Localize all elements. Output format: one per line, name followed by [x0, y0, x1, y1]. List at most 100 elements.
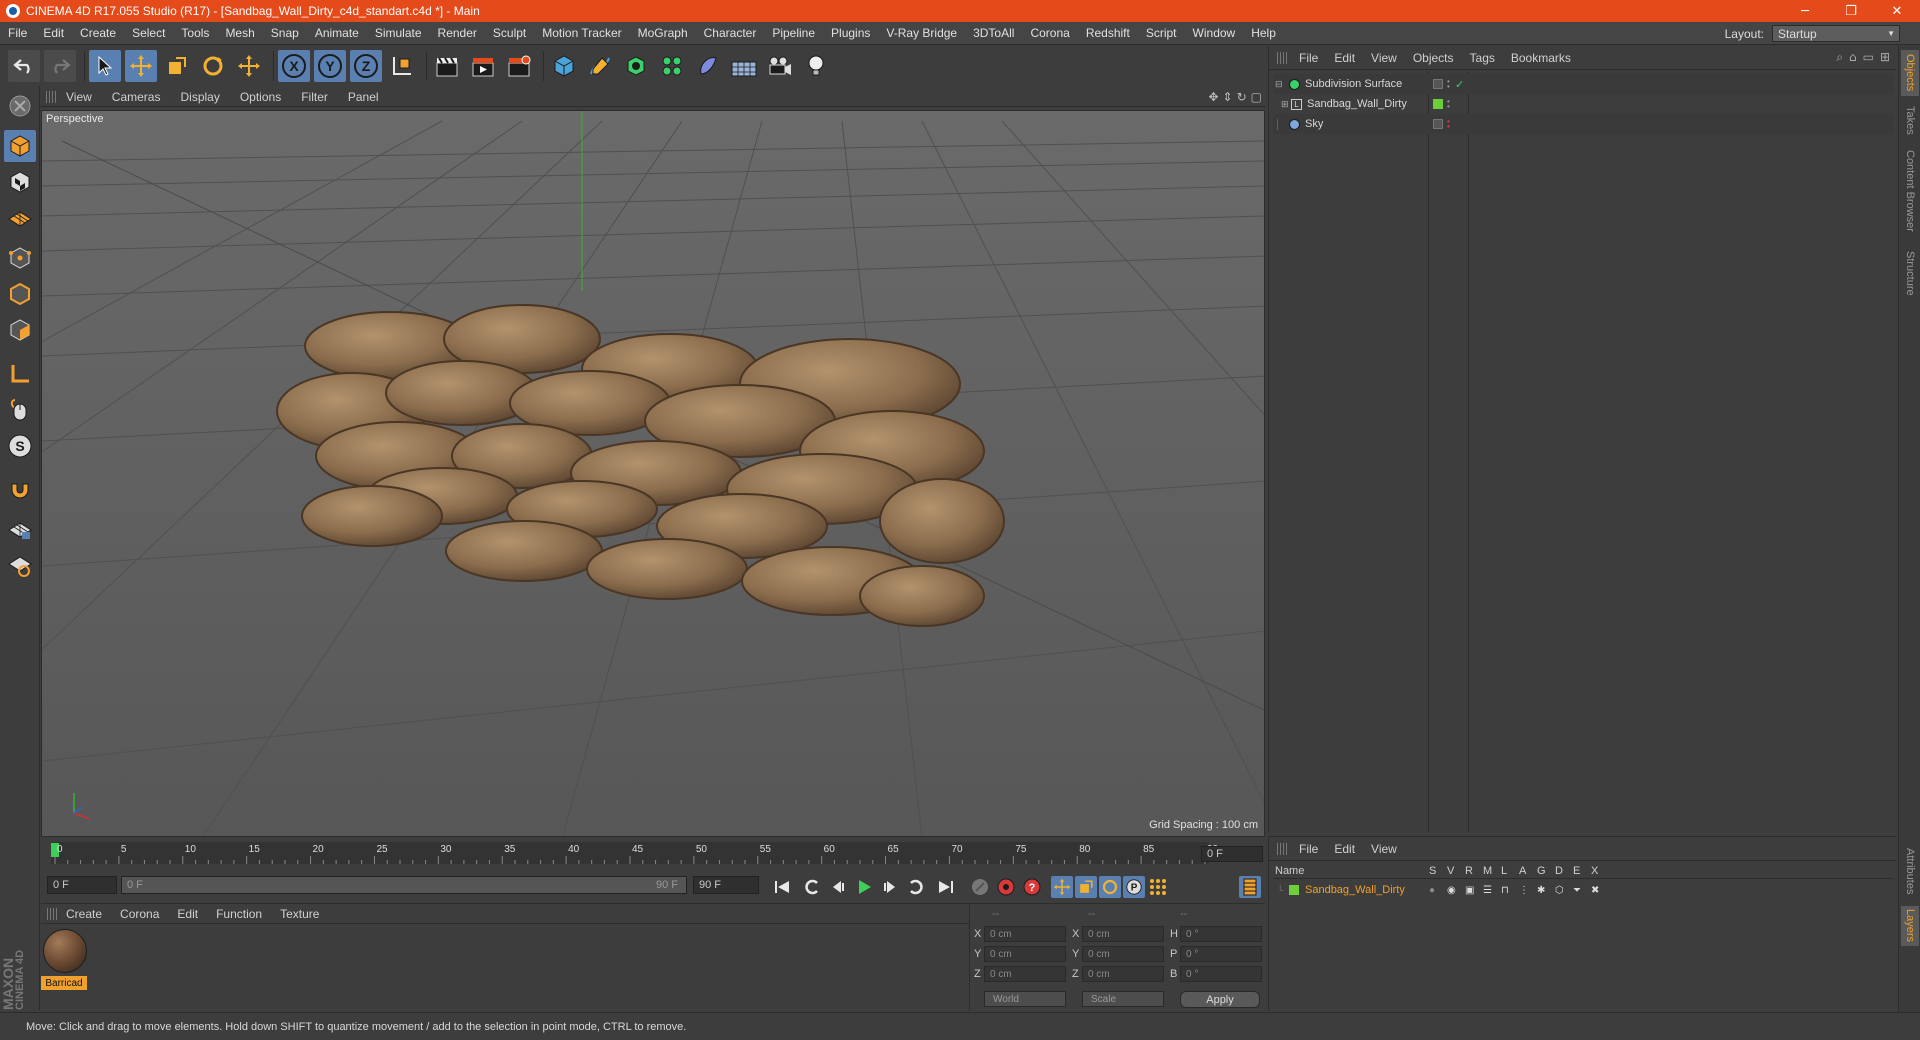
menu-mograph[interactable]: MoGraph — [630, 26, 696, 40]
lock-icon[interactable]: ⊓ — [1501, 885, 1519, 896]
floor-button[interactable] — [728, 50, 760, 82]
tab-content-browser[interactable]: Content Browser — [1901, 144, 1919, 238]
menu-snap[interactable]: Snap — [263, 26, 307, 40]
snap-button[interactable] — [4, 476, 36, 508]
frame-range-slider[interactable]: 0 F 90 F — [121, 876, 687, 894]
layer-col-xref[interactable]: X — [1591, 865, 1609, 877]
layer-color-swatch[interactable] — [1289, 885, 1299, 895]
viewport-maximize-icon[interactable]: ▢ — [1251, 90, 1262, 104]
layer-col-manager[interactable]: M — [1483, 865, 1501, 877]
expression-icon[interactable]: ⏷ — [1573, 885, 1591, 896]
layer-col-locked[interactable]: L — [1501, 865, 1519, 877]
menu-select[interactable]: Select — [124, 26, 173, 40]
size-mode-dropdown[interactable]: Scale — [1082, 991, 1164, 1007]
collapse-icon[interactable]: ⊟ — [1275, 79, 1285, 90]
z-axis-lock-button[interactable]: Z — [350, 50, 382, 82]
render-view-button[interactable] — [431, 50, 463, 82]
layer-col-name[interactable]: Name — [1273, 865, 1429, 877]
position-z-field[interactable]: 0 cm — [984, 966, 1066, 982]
cube-primitive-button[interactable] — [548, 50, 580, 82]
eye-icon[interactable]: ◉ — [1447, 885, 1465, 896]
spline-pen-button[interactable] — [584, 50, 616, 82]
expand-icon[interactable]: ⊞ — [1880, 50, 1890, 65]
menu-window[interactable]: Window — [1185, 26, 1244, 40]
live-selection-button[interactable] — [89, 50, 121, 82]
viewport-camera-label[interactable]: Perspective — [46, 113, 103, 125]
position-x-field[interactable]: 0 cm — [984, 926, 1066, 942]
menu-plugins[interactable]: Plugins — [823, 26, 878, 40]
panel-grip[interactable] — [46, 90, 56, 103]
material-menu-corona[interactable]: Corona — [111, 907, 168, 921]
next-key-button[interactable] — [905, 876, 927, 898]
axis-mode-button[interactable] — [4, 358, 36, 390]
y-axis-lock-button[interactable]: Y — [314, 50, 346, 82]
objects-menu-edit[interactable]: Edit — [1326, 51, 1363, 65]
perspective-viewport[interactable]: Perspective Grid Spacing : 100 cm — [41, 110, 1265, 837]
menu-redshift[interactable]: Redshift — [1078, 26, 1138, 40]
edges-mode-button[interactable] — [4, 278, 36, 310]
manager-icon[interactable]: ☰ — [1483, 885, 1501, 896]
subdivision-surface-button[interactable] — [620, 50, 652, 82]
layer-col-render[interactable]: R — [1465, 865, 1483, 877]
menu-script[interactable]: Script — [1138, 26, 1185, 40]
x-axis-lock-button[interactable]: X — [278, 50, 310, 82]
visibility-dots-icon[interactable]: • • — [1447, 118, 1450, 131]
tab-objects[interactable]: Objects — [1901, 50, 1919, 96]
objects-menu-objects[interactable]: Objects — [1405, 51, 1462, 65]
key-scale-button[interactable] — [1075, 876, 1097, 898]
menu-tools[interactable]: Tools — [173, 26, 217, 40]
layout-dropdown[interactable]: Startup ▼ — [1772, 25, 1900, 42]
tab-structure[interactable]: Structure — [1901, 244, 1919, 302]
autokey-button[interactable] — [995, 876, 1017, 898]
layer-col-expressions[interactable]: E — [1573, 865, 1591, 877]
panel-grip[interactable] — [1277, 842, 1287, 855]
previous-frame-button[interactable] — [827, 876, 849, 898]
layer-color-icon[interactable] — [1433, 119, 1443, 129]
rotation-p-field[interactable]: 0 ° — [1180, 946, 1262, 962]
viewport-rotate-icon[interactable]: ↻ — [1237, 90, 1247, 104]
undo-button[interactable] — [8, 50, 40, 82]
workplane-lock-button[interactable] — [4, 514, 36, 546]
model-mode-button[interactable] — [4, 130, 36, 162]
transform-tool-button[interactable] — [233, 50, 265, 82]
next-frame-button[interactable] — [879, 876, 901, 898]
viewport-menu-filter[interactable]: Filter — [291, 90, 338, 104]
position-y-field[interactable]: 0 cm — [984, 946, 1066, 962]
menu-pipeline[interactable]: Pipeline — [764, 26, 823, 40]
move-tool-button[interactable] — [125, 50, 157, 82]
layer-col-generators[interactable]: G — [1537, 865, 1555, 877]
object-row-subdivision-surface[interactable]: ⊟ Subdivision Surface • • ✓ — [1273, 74, 1893, 94]
viewport-menu-panel[interactable]: Panel — [338, 90, 389, 104]
points-mode-button[interactable] — [4, 242, 36, 274]
animation-icon[interactable]: ⋮ — [1519, 885, 1537, 896]
menu-motion-tracker[interactable]: Motion Tracker — [534, 26, 629, 40]
workplane-rotate-button[interactable] — [4, 550, 36, 582]
viewport-menu-view[interactable]: View — [56, 90, 102, 104]
make-editable-button[interactable] — [4, 90, 36, 122]
goto-start-button[interactable] — [771, 876, 793, 898]
polygons-mode-button[interactable] — [4, 314, 36, 346]
menu-mesh[interactable]: Mesh — [217, 26, 262, 40]
objects-menu-view[interactable]: View — [1363, 51, 1405, 65]
material-swatch[interactable]: Barricad — [41, 904, 101, 1012]
viewport-pan-icon[interactable]: ✥ — [1208, 90, 1218, 104]
menu-create[interactable]: Create — [72, 26, 124, 40]
rotation-b-field[interactable]: 0 ° — [1180, 966, 1262, 982]
menu-file[interactable]: File — [0, 26, 35, 40]
start-frame-field[interactable]: 0 F — [47, 876, 117, 894]
layer-color-swatch[interactable] — [1433, 99, 1443, 109]
visibility-dots-icon[interactable]: • • — [1447, 98, 1450, 111]
close-button[interactable]: ✕ — [1874, 0, 1920, 22]
layers-menu-edit[interactable]: Edit — [1326, 842, 1363, 856]
apply-button[interactable]: Apply — [1180, 991, 1260, 1008]
material-menu-edit[interactable]: Edit — [168, 907, 207, 921]
menu-animate[interactable]: Animate — [307, 26, 367, 40]
texture-mode-button[interactable] — [4, 166, 36, 198]
previous-key-button[interactable] — [801, 876, 823, 898]
maximize-button[interactable]: ❐ — [1828, 0, 1874, 22]
menu-character[interactable]: Character — [696, 26, 765, 40]
objects-menu-tags[interactable]: Tags — [1462, 51, 1503, 65]
key-parameter-button[interactable]: P — [1123, 876, 1145, 898]
redo-button[interactable] — [44, 50, 76, 82]
material-menu-texture[interactable]: Texture — [271, 907, 328, 921]
